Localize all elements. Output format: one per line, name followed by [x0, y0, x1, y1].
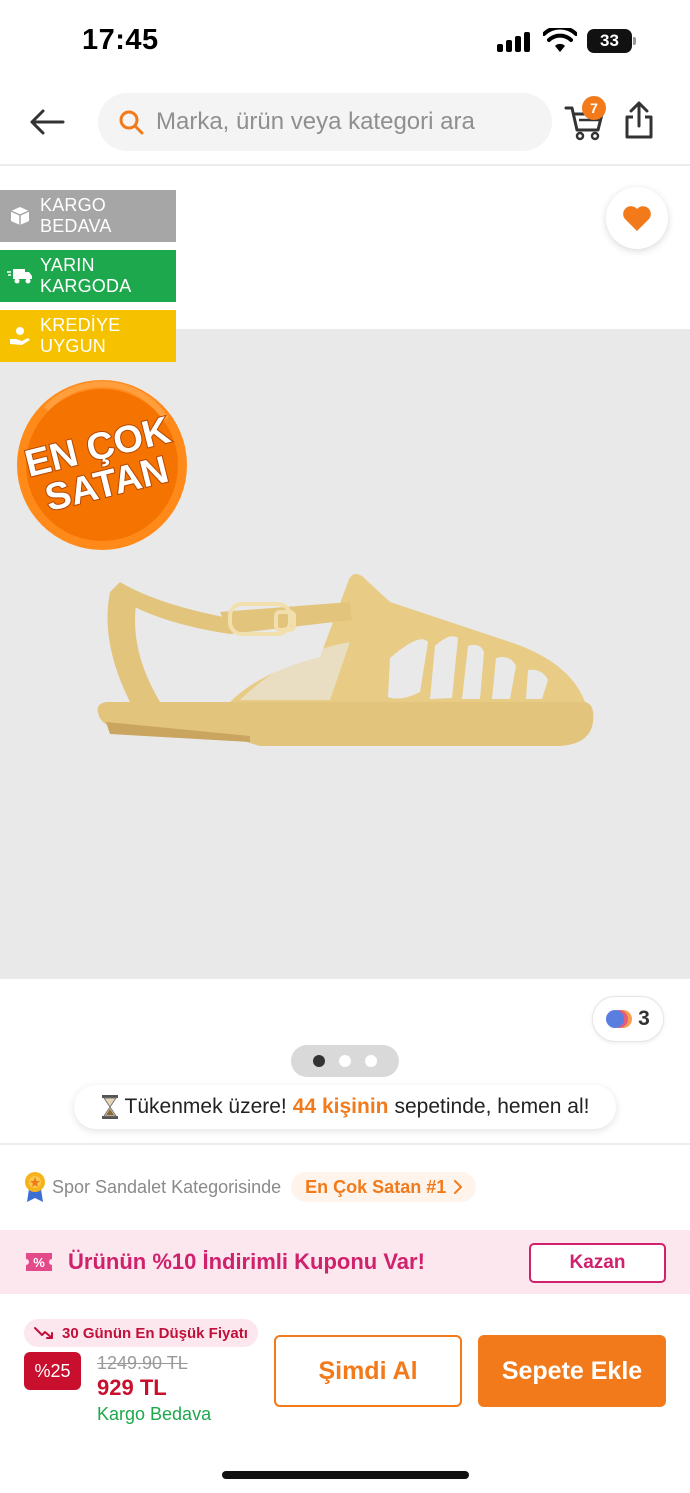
rank-label: En Çok Satan #1 — [305, 1176, 447, 1197]
badge-text-line2: UYGUN — [40, 336, 107, 356]
credit-hand-icon — [10, 327, 30, 345]
category-text: Spor Sandalet Kategorisinde — [52, 1176, 282, 1197]
chevron-right-icon — [454, 1180, 463, 1194]
status-time: 17:45 — [82, 24, 159, 56]
product-image-sandal — [97, 574, 594, 746]
cart-count-badge: 7 — [582, 96, 606, 120]
color-options-button[interactable]: 3 — [592, 996, 664, 1042]
status-bar: 17:45 33 — [0, 0, 690, 80]
truck-icon — [7, 269, 32, 284]
coupon-text: Ürünün %10 İndirimli Kuponu Var! — [68, 1249, 425, 1274]
coupon-banner: % Ürünün %10 İndirimli Kuponu Var! Kazan — [0, 1230, 690, 1294]
badge-text-line1: YARIN — [40, 255, 95, 275]
gallery-pagination[interactable] — [291, 1045, 399, 1077]
old-price: 1249.90 TL — [97, 1353, 188, 1373]
box-icon — [10, 207, 30, 225]
back-button[interactable] — [22, 100, 72, 144]
battery-level: 33 — [587, 29, 632, 53]
gallery-dot-active[interactable] — [313, 1055, 325, 1067]
wifi-icon — [543, 28, 577, 52]
section-divider — [0, 1143, 690, 1145]
search-bar[interactable] — [98, 93, 552, 151]
badge-text-line2: KARGODA — [40, 276, 132, 296]
buy-now-button[interactable]: Şimdi Al — [274, 1335, 462, 1407]
arrow-left-icon — [30, 109, 65, 135]
current-price: 929 TL — [97, 1375, 167, 1400]
stock-prefix: Tükenmek üzere! — [124, 1095, 287, 1118]
lowest-price-text: 30 Günün En Düşük Fiyatı — [62, 1324, 248, 1342]
search-icon — [119, 110, 144, 135]
lowest-price-label: 30 Günün En Düşük Fiyatı — [24, 1319, 258, 1347]
share-icon[interactable] — [622, 100, 656, 140]
color-count: 3 — [638, 1007, 650, 1030]
free-shipping-label: Kargo Bedava — [97, 1404, 212, 1424]
purchase-bar: 30 Günün En Düşük Fiyatı %25 1249.90 TL … — [0, 1296, 690, 1493]
badge-free-shipping: KARGO BEDAVA — [0, 190, 176, 242]
feature-badges: KARGO BEDAVA YARIN KARGODA KREDİYE UYGUN — [0, 190, 176, 370]
favorite-button[interactable] — [606, 187, 668, 249]
coupon-icon: % — [26, 1253, 52, 1271]
stock-count: 44 kişinin — [292, 1095, 389, 1118]
gallery-dot[interactable] — [365, 1055, 377, 1067]
category-ranking: Spor Sandalet Kategorisinde En Çok Satan… — [24, 1170, 477, 1204]
badge-credit: KREDİYE UYGUN — [0, 310, 176, 362]
best-seller-badge: EN ÇOK SATAN — [17, 380, 187, 550]
medal-icon — [25, 1172, 45, 1202]
battery-icon: 33 — [587, 29, 637, 53]
top-header: 7 — [0, 80, 690, 166]
claim-coupon-button[interactable]: Kazan — [529, 1243, 666, 1283]
best-seller-rank-link[interactable]: En Çok Satan #1 — [291, 1172, 477, 1202]
gallery-dot[interactable] — [339, 1055, 351, 1067]
discount-badge: %25 — [24, 1352, 81, 1390]
heart-icon — [623, 205, 651, 231]
trend-down-icon — [34, 1327, 53, 1339]
home-indicator[interactable] — [222, 1471, 469, 1479]
badge-text-line2: BEDAVA — [40, 216, 112, 236]
color-swatch-icon — [606, 1010, 633, 1028]
stock-suffix: sepetinde, hemen al! — [394, 1095, 590, 1118]
badge-text-line1: KARGO — [40, 195, 107, 215]
badge-text-line1: KREDİYE — [40, 315, 121, 335]
hourglass-icon — [101, 1095, 118, 1119]
stock-warning: Tükenmek üzere! 44 kişinin sepetinde, he… — [74, 1085, 616, 1129]
cellular-signal-icon — [497, 32, 533, 52]
product-gallery[interactable]: KARGO BEDAVA YARIN KARGODA KREDİYE UYGUN… — [0, 167, 690, 1077]
svg-text:%: % — [33, 1255, 45, 1270]
search-input[interactable] — [156, 108, 536, 136]
badge-next-day: YARIN KARGODA — [0, 250, 176, 302]
add-to-cart-button[interactable]: Sepete Ekle — [478, 1335, 666, 1407]
